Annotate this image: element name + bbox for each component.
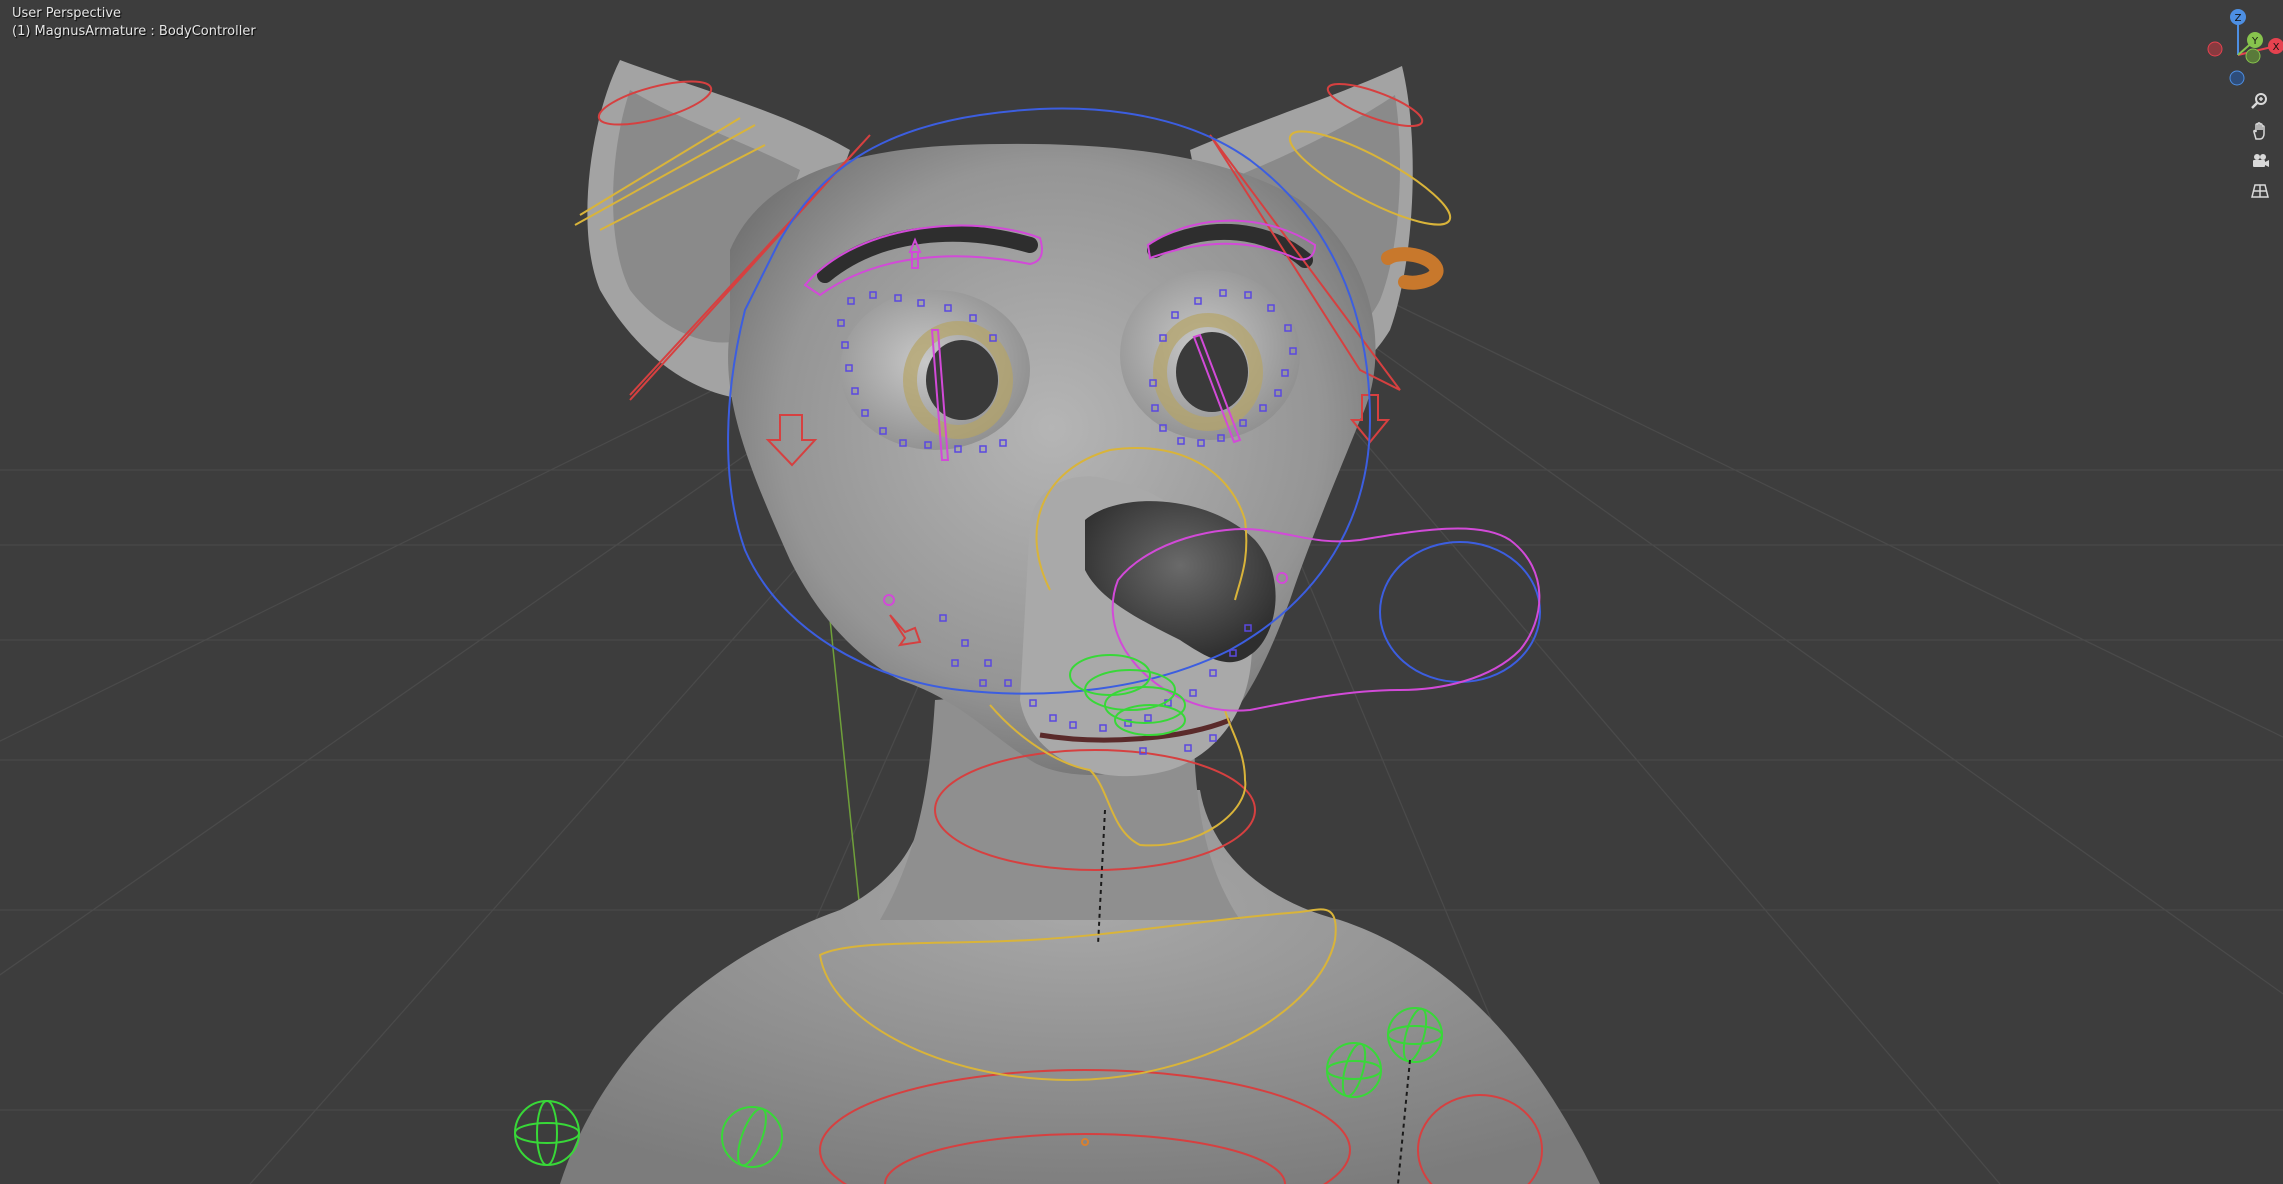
ortho-toggle-button[interactable]	[2247, 178, 2273, 204]
gizmo-axis-y-label: Y	[2251, 36, 2259, 47]
zoom-icon	[2251, 93, 2267, 109]
view-mode-label: User Perspective	[12, 6, 122, 21]
grid-ortho-icon	[2251, 184, 2269, 198]
camera-icon	[2253, 154, 2269, 167]
snout-ctrl-blue[interactable]	[1379, 541, 1541, 683]
gizmo-neg-z[interactable]	[2229, 70, 2245, 86]
viewport-scene[interactable]	[0, 0, 2283, 1184]
3d-viewport[interactable]: User Perspective (1) MagnusArmature : Bo…	[0, 0, 2283, 1184]
gizmo-axis-x-label: X	[2273, 42, 2280, 53]
camera-view-button[interactable]	[2247, 148, 2273, 174]
gizmo-axis-z-label: Z	[2235, 13, 2242, 24]
right-pupil	[1176, 332, 1248, 412]
pan-button[interactable]	[2247, 118, 2273, 144]
zoom-button[interactable]	[2247, 88, 2273, 114]
gizmo-neg-x[interactable]	[2207, 41, 2223, 57]
gizmo-neg-y[interactable]	[2245, 48, 2261, 64]
pan-hand-icon	[2253, 122, 2265, 140]
active-object-label: (1) MagnusArmature : BodyController	[12, 24, 256, 39]
